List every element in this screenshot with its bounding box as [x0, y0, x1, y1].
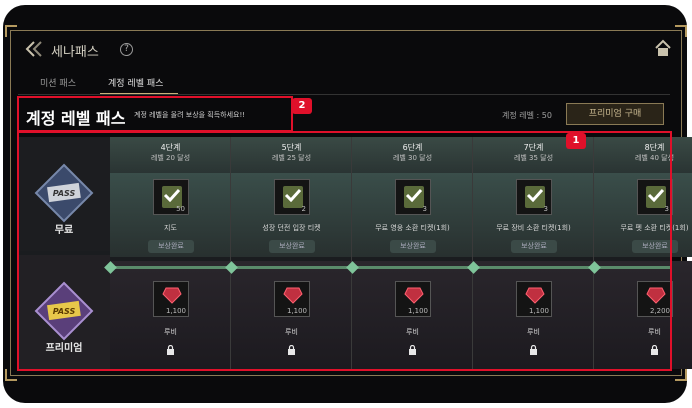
callout-box-2 — [17, 96, 293, 132]
page-title: 세나패스 — [51, 45, 99, 60]
frame-corner — [5, 369, 17, 381]
top-bar: 세나패스 ? — [18, 36, 678, 64]
callout-badge-2: 2 — [292, 98, 312, 114]
callout-box-1 — [17, 131, 672, 371]
tab-account-level-pass[interactable]: 계정 레벨 패스 — [100, 72, 178, 95]
divider — [18, 94, 670, 95]
tab-mission-pass[interactable]: 미션 패스 — [32, 72, 94, 93]
premium-purchase-button[interactable]: 프리미엄 구매 — [566, 103, 664, 125]
callout-badge-1: 1 — [566, 133, 586, 149]
account-level-readout: 계정 레벨 : 50 — [502, 111, 552, 120]
home-icon[interactable] — [654, 39, 672, 57]
help-icon[interactable]: ? — [120, 43, 133, 56]
frame-corner — [5, 25, 17, 37]
back-arrow-icon[interactable] — [24, 40, 46, 58]
frame-corner — [675, 369, 687, 381]
